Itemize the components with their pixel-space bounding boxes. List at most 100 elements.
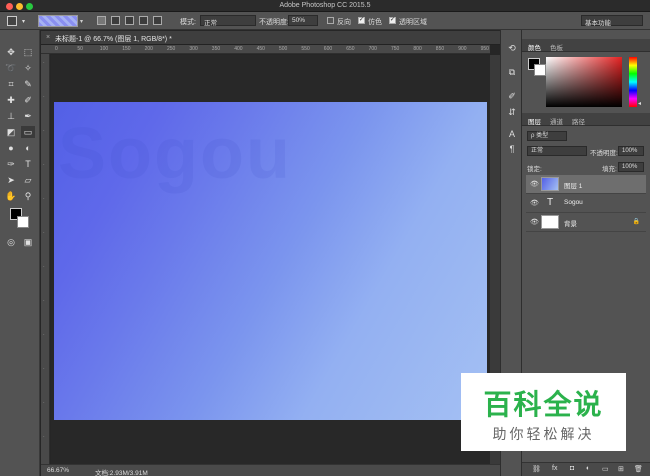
ruler-tick: · bbox=[43, 400, 45, 406]
paragraph-panel-icon[interactable]: ¶ bbox=[506, 143, 518, 155]
trash-icon[interactable]: 🗑 bbox=[634, 465, 643, 473]
fill-label: 填充: bbox=[602, 166, 617, 173]
layer-row[interactable]: 👁 T Sogou bbox=[526, 194, 646, 213]
tab-paths[interactable]: 路径 bbox=[572, 116, 585, 126]
gradient-dropdown-icon[interactable]: ▾ bbox=[80, 18, 83, 25]
tab-color[interactable]: 颜色 bbox=[528, 42, 541, 52]
blend-mode-select[interactable]: 正常 bbox=[527, 146, 587, 156]
ruler-tick: · bbox=[43, 298, 45, 304]
layers-panel-tabs: 图层 通道 路径 bbox=[522, 113, 650, 126]
background-color-swatch[interactable] bbox=[17, 216, 29, 228]
document-tab-title: 未标题-1 @ 66.7% (图层 1, RGB/8*) * bbox=[55, 36, 172, 43]
transparency-checkbox[interactable] bbox=[389, 16, 396, 24]
ruler-tick: 600 bbox=[323, 46, 333, 52]
eye-icon[interactable]: 👁 bbox=[530, 199, 539, 207]
layer-row[interactable]: 👁 背景 🔒 bbox=[526, 213, 646, 232]
ruler-tick: 550 bbox=[301, 46, 310, 52]
ruler-tick: 750 bbox=[391, 46, 400, 52]
angle-gradient-button[interactable] bbox=[125, 16, 134, 25]
layer-thumbnail bbox=[541, 215, 559, 229]
ruler-tick: 400 bbox=[234, 46, 243, 52]
eyedropper-tool-icon[interactable]: ✎ bbox=[21, 78, 35, 90]
close-tab-icon[interactable]: × bbox=[46, 34, 50, 41]
layer-thumbnail bbox=[541, 177, 559, 191]
workspace-select[interactable]: 基本功能 bbox=[581, 15, 643, 27]
fx-icon[interactable]: fx bbox=[552, 465, 557, 472]
ruler-tick: · bbox=[43, 230, 45, 236]
screen-mode-icon[interactable]: ▣ bbox=[21, 236, 35, 248]
reverse-checkbox[interactable] bbox=[327, 17, 334, 24]
hand-tool-icon[interactable]: ✋ bbox=[4, 190, 18, 202]
link-layers-icon[interactable]: ⛓ bbox=[532, 465, 541, 473]
marquee-tool-icon[interactable]: ⬚ bbox=[21, 46, 35, 58]
radial-gradient-button[interactable] bbox=[111, 16, 120, 25]
vertical-ruler[interactable]: · · · · · · · · · · · · bbox=[41, 54, 50, 464]
layer-opacity-input[interactable]: 100% bbox=[618, 146, 644, 156]
history-brush-tool-icon[interactable]: ✒ bbox=[21, 110, 35, 122]
adjustments-panel-icon[interactable]: ⇵ bbox=[506, 106, 518, 118]
window-title: Adobe Photoshop CC 2015.5 bbox=[279, 2, 371, 9]
ruler-tick: · bbox=[43, 366, 45, 372]
lasso-tool-icon[interactable]: ➰ bbox=[4, 62, 18, 74]
pen-tool-icon[interactable]: ✑ bbox=[4, 158, 18, 170]
dodge-tool-icon[interactable]: ◐ bbox=[21, 142, 35, 154]
layer-name: 图层 1 bbox=[564, 183, 583, 190]
brush-tool-icon[interactable]: ✐ bbox=[21, 94, 35, 106]
linear-gradient-button[interactable] bbox=[97, 16, 106, 25]
move-tool-icon[interactable]: ✥ bbox=[4, 46, 18, 58]
adjustment-layer-icon[interactable]: ◐ bbox=[586, 465, 590, 472]
brush-panel-icon[interactable]: ✐ bbox=[506, 90, 518, 102]
tab-channels[interactable]: 通道 bbox=[550, 116, 563, 126]
new-layer-icon[interactable]: ⊞ bbox=[618, 465, 624, 473]
reflected-gradient-button[interactable] bbox=[139, 16, 148, 25]
healing-brush-tool-icon[interactable]: ✚ bbox=[4, 94, 18, 106]
ruler-tick: · bbox=[43, 434, 45, 440]
eye-icon[interactable]: 👁 bbox=[530, 180, 539, 188]
layer-name: Sogou bbox=[564, 199, 583, 206]
document-size[interactable]: 文档:2.93M/3.91M bbox=[95, 467, 148, 476]
horizontal-ruler[interactable]: 0 50 100 150 200 250 300 350 400 450 500 550 600 650 7… bbox=[41, 45, 490, 54]
status-bar: 66.67% 文档:2.93M/3.91M bbox=[41, 464, 500, 476]
panel-background-swatch[interactable] bbox=[534, 64, 546, 76]
history-panel-icon[interactable]: ⟲ bbox=[506, 42, 518, 54]
zoom-tool-icon[interactable]: ⚲ bbox=[21, 190, 35, 202]
document-tab[interactable]: × 未标题-1 @ 66.7% (图层 1, RGB/8*) * bbox=[41, 31, 521, 45]
zoom-level[interactable]: 66.67% bbox=[47, 467, 69, 474]
gradient-tool-icon[interactable]: ▭ bbox=[21, 126, 35, 138]
diamond-gradient-button[interactable] bbox=[153, 16, 162, 25]
watermark: 百科全说 助你轻松解决 bbox=[461, 373, 626, 451]
color-picker-field[interactable] bbox=[546, 57, 622, 107]
eraser-tool-icon[interactable]: ◩ bbox=[4, 126, 18, 138]
clone-stamp-tool-icon[interactable]: ⊥ bbox=[4, 110, 18, 122]
path-selection-tool-icon[interactable]: ➤ bbox=[4, 174, 18, 186]
type-tool-icon[interactable]: T bbox=[21, 158, 35, 170]
fill-input[interactable]: 100% bbox=[618, 162, 644, 172]
ruler-tick: 0 bbox=[55, 46, 58, 52]
hue-slider[interactable] bbox=[629, 57, 637, 107]
chevron-down-icon[interactable]: ▾ bbox=[22, 18, 25, 25]
quick-mask-icon[interactable]: ◎ bbox=[4, 236, 18, 248]
layer-filter-select[interactable]: ρ 类型 bbox=[527, 131, 567, 141]
rectangle-tool-icon[interactable]: ▱ bbox=[21, 174, 35, 186]
new-group-icon[interactable]: ▭ bbox=[602, 465, 609, 473]
reverse-label: 反向 bbox=[337, 19, 351, 26]
eye-icon[interactable]: 👁 bbox=[530, 218, 539, 226]
crop-tool-icon[interactable]: ⌗ bbox=[4, 78, 18, 90]
hue-slider-arrow-icon: ◂ bbox=[638, 101, 642, 107]
add-mask-icon[interactable]: ◘ bbox=[570, 465, 574, 472]
tab-swatches[interactable]: 色板 bbox=[550, 42, 563, 52]
character-panel-icon[interactable]: A bbox=[506, 128, 518, 140]
properties-panel-icon[interactable]: ⧉ bbox=[506, 66, 518, 78]
dither-checkbox[interactable] bbox=[358, 16, 365, 24]
tab-layers[interactable]: 图层 bbox=[528, 116, 541, 126]
lock-label: 锁定: bbox=[527, 166, 542, 173]
canvas-text-layer: Sogou bbox=[58, 114, 292, 194]
opacity-input[interactable]: 50% bbox=[288, 15, 318, 26]
magic-wand-tool-icon[interactable]: ✧ bbox=[21, 62, 35, 74]
layer-row[interactable]: 👁 图层 1 bbox=[526, 175, 646, 194]
blur-tool-icon[interactable]: ● bbox=[4, 142, 18, 154]
mode-select[interactable]: 正常 bbox=[200, 15, 256, 27]
tool-preset-icon[interactable] bbox=[7, 16, 17, 26]
watermark-title: 百科全说 bbox=[483, 388, 604, 421]
gradient-picker[interactable] bbox=[38, 15, 78, 27]
